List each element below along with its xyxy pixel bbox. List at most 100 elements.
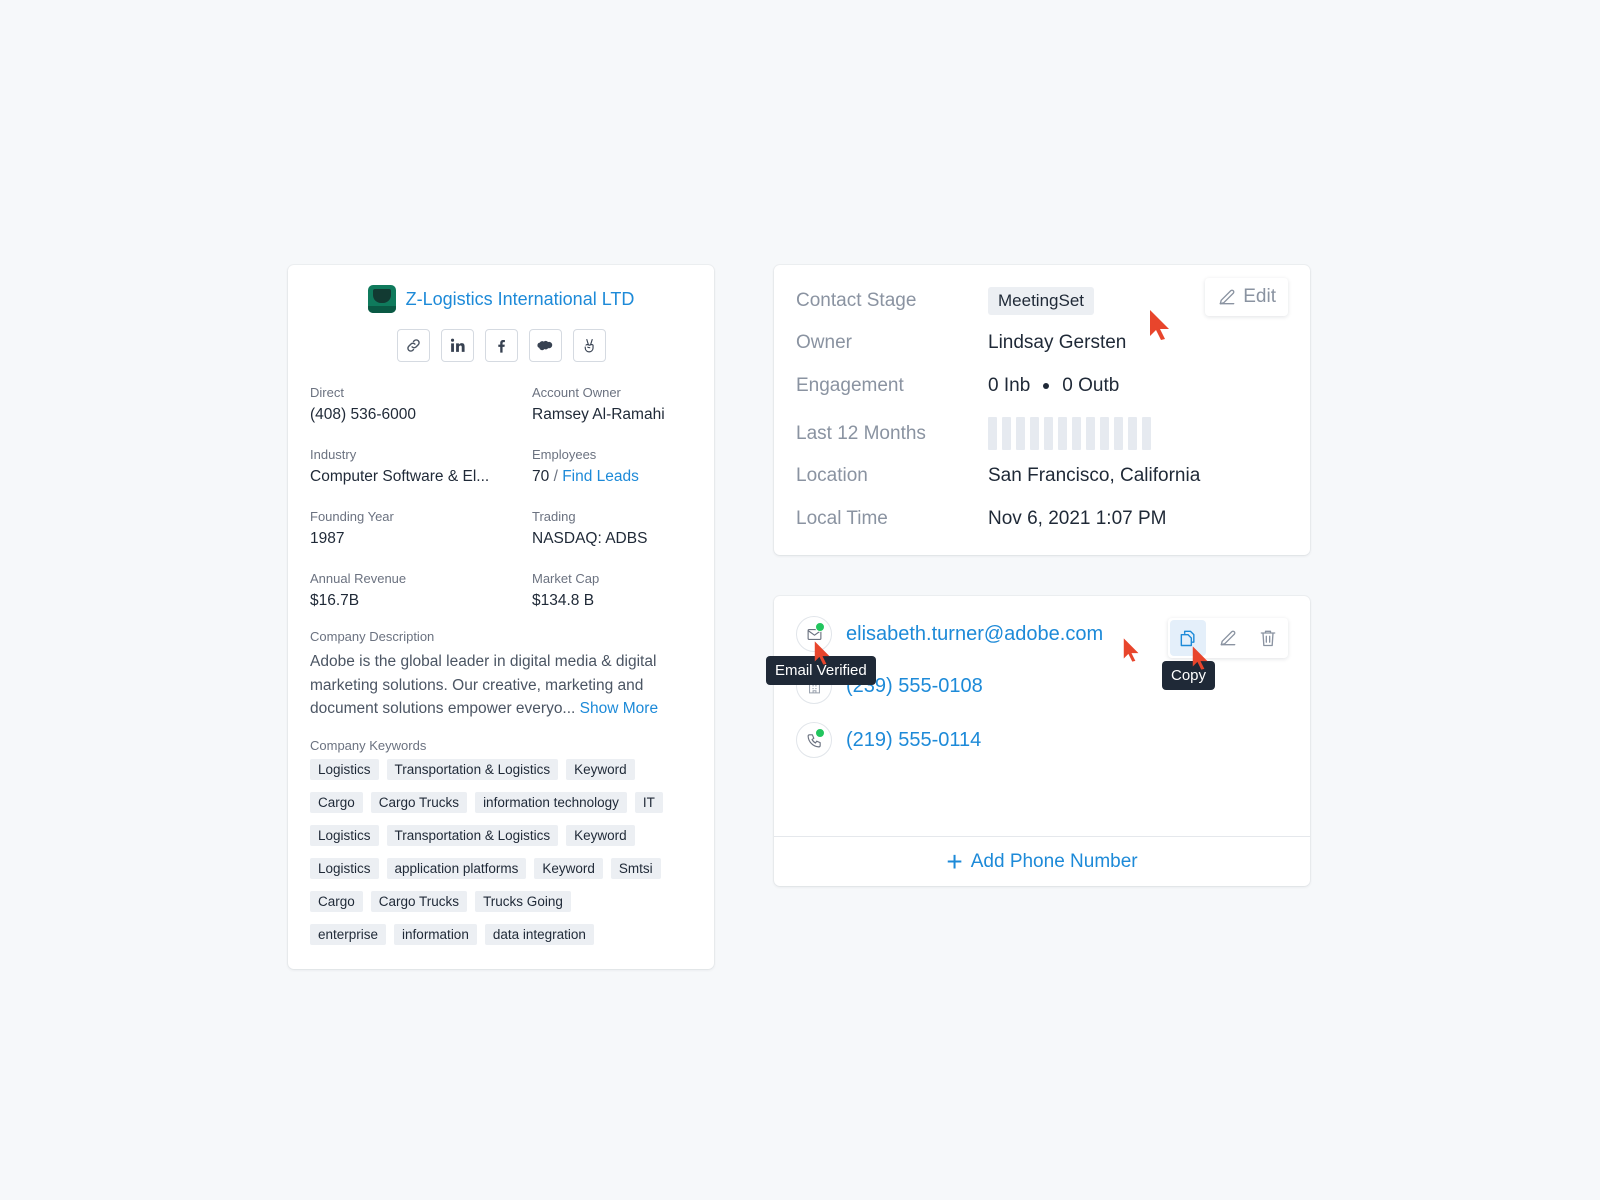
keyword-tag[interactable]: Transportation & Logistics [386,825,559,846]
field-employees: Employees 70 / Find Leads [532,447,639,486]
keyword-row: Logistics Transportation & Logistics Keywo… [310,759,700,780]
keyword-tag[interactable]: Logistics [310,825,379,846]
facebook-icon [497,339,505,353]
last-12-months-row: Last 12 Months [796,417,1151,450]
trash-icon [1260,630,1276,647]
show-more-link[interactable]: Show More [580,700,658,717]
angellist-icon [584,338,594,353]
salesforce-icon [536,340,552,351]
website-link-button[interactable] [396,329,430,362]
field-label: Company Keywords [310,738,427,753]
keyword-tag[interactable]: Logistics [310,759,379,780]
salesforce-button[interactable] [528,329,562,362]
annual-revenue-value: $16.7B [310,592,360,609]
bullet-separator [1043,383,1050,389]
owner-row: Owner Lindsay Gersten [796,330,1126,356]
keyword-tag[interactable]: Trucks Going [475,891,571,912]
activity-bar [1016,417,1025,450]
email-actions [1168,618,1288,658]
keyword-tag[interactable]: information [394,924,477,945]
keyword-tag[interactable]: application platforms [386,858,527,879]
pencil-icon [1219,289,1235,305]
contact-details-card: Contact Stage MeetingSet Owner Lindsay G… [774,265,1310,555]
owner-label: Owner [796,332,852,353]
keyword-tag[interactable]: IT [634,792,663,813]
company-header: Z-Logistics International LTD [288,285,714,313]
keyword-tag[interactable]: Smtsi [610,858,661,879]
edit-button[interactable]: Edit [1205,278,1288,316]
add-phone-label: Add Phone Number [970,850,1138,872]
trading-value: NASDAQ: ADBS [532,530,648,547]
verified-check-icon [815,728,825,738]
keyword-tag[interactable]: data integration [484,924,594,945]
keyword-tag[interactable]: Keyword [534,858,603,879]
description-text: Adobe is the global leader in digital me… [310,650,694,721]
keyword-row: enterprise information data integration [310,924,700,945]
activity-bar [1044,417,1053,450]
engagement-row: Engagement 0 Inb 0 Outb [796,373,1119,399]
engagement-outbound: 0 Outb [1062,375,1120,396]
direct-phone-link[interactable]: (408) 536-6000 [310,406,416,424]
keyword-tag[interactable]: Cargo Trucks [370,792,468,813]
field-label: Company Description [310,629,435,644]
activity-bar [1072,417,1081,450]
email-link[interactable]: elisabeth.turner@adobe.com [846,623,1103,646]
facebook-button[interactable] [484,329,518,362]
field-account-owner: Account Owner Ramsey Al-Ramahi [532,385,665,424]
company-logo [367,285,396,313]
activity-bar-chart [988,417,1151,450]
field-founding-year: Founding Year 1987 [310,509,394,548]
company-name-link[interactable]: Z-Logistics International LTD [406,289,635,310]
contact-stage-badge[interactable]: MeetingSet [988,287,1094,315]
keyword-tag[interactable]: Cargo [310,891,363,912]
verified-check-icon [815,622,825,632]
linkedin-icon [450,338,465,352]
keyword-tag[interactable]: enterprise [310,924,387,945]
mouse-cursor-icon [1192,646,1208,670]
keyword-row: Logistics Transportation & Logistics Keywo… [310,825,700,846]
field-market-cap: Market Cap $134.8 B [532,571,599,610]
angellist-button[interactable] [572,329,606,362]
linkedin-button[interactable] [440,329,474,362]
engagement-label: Engagement [796,375,904,396]
field-label: Employees [532,447,597,462]
account-owner-value: Ramsey Al-Ramahi [532,406,665,423]
employees-value: 70 / Find Leads [532,468,639,486]
mouse-cursor-icon [814,641,830,665]
engagement-inbound: 0 Inb [988,375,1031,396]
market-cap-value: $134.8 B [532,592,595,609]
mouse-cursor-icon [1150,310,1169,340]
keyword-tag-list: Logistics Transportation & Logistics Keywo… [310,759,700,945]
mouse-cursor-icon [1123,638,1139,662]
location-row: Location San Francisco, California [796,463,1200,489]
social-links [288,329,714,362]
industry-link[interactable]: Computer Software & El... [310,468,489,486]
local-time-row: Local Time Nov 6, 2021 1:07 PM [796,506,1167,532]
founding-year-value: 1987 [310,530,345,547]
find-leads-link[interactable]: Find Leads [562,468,639,485]
keyword-tag[interactable]: Keyword [566,759,635,780]
field-label: Market Cap [532,571,600,586]
mobile-phone-link[interactable]: (219) 555-0114 [846,729,981,752]
keyword-tag[interactable]: Keyword [566,825,635,846]
employees-count: 70 [532,468,550,485]
field-label: Industry [310,447,357,462]
add-phone-number-button[interactable]: + Add Phone Number [774,837,1310,886]
keyword-tag[interactable]: Logistics [310,858,379,879]
employees-separator: / [553,468,558,485]
field-direct: Direct (408) 536-6000 [310,385,416,424]
activity-bar [1030,417,1039,450]
edit-email-button[interactable] [1210,620,1246,656]
last-12-months-label: Last 12 Months [796,422,926,444]
keyword-tag[interactable]: Transportation & Logistics [386,759,559,780]
keyword-tag[interactable]: information technology [475,792,627,813]
activity-bar [988,417,997,450]
delete-email-button[interactable] [1250,620,1286,656]
keyword-tag[interactable]: Cargo Trucks [370,891,468,912]
mobile-phone-status [796,722,832,758]
location-label: Location [796,465,868,486]
keyword-tag[interactable]: Cargo [310,792,363,813]
keyword-row: Cargo Cargo Trucks Trucks Going [310,891,700,912]
local-time-value: Nov 6, 2021 1:07 PM [988,508,1167,529]
field-industry: Industry Computer Software & El... [310,447,489,486]
